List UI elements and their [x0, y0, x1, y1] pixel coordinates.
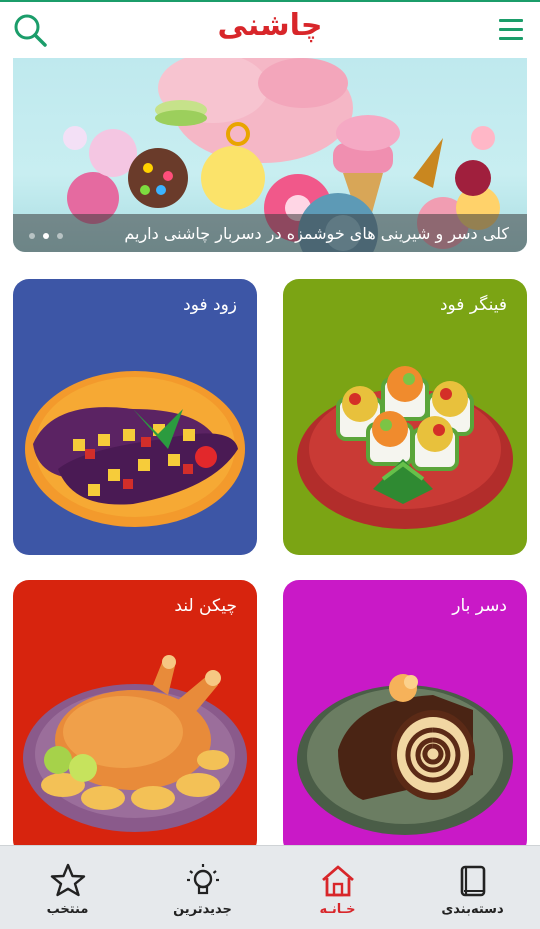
roll-cake-icon: [297, 674, 513, 835]
nav-item-home[interactable]: خـانـه: [270, 846, 405, 929]
category-card-dessert-bar[interactable]: دسر بار: [283, 580, 527, 856]
app-title: چاشنی: [217, 8, 323, 43]
category-card-zood-food[interactable]: زود فود: [13, 279, 257, 555]
nav-label: دسته‌بندی: [441, 902, 504, 917]
category-card-chicken-land[interactable]: چیکن لند: [13, 580, 257, 856]
roast-chicken-icon: [23, 655, 247, 832]
nav-label: جدیدترین: [173, 902, 232, 917]
carousel-dot-active[interactable]: [43, 233, 49, 239]
banner-caption: کلی دسر و شیرینی های خوشمزه در دسربار چا…: [124, 224, 509, 243]
category-label: زود فود: [183, 295, 237, 315]
finger-food-icon: [297, 366, 513, 529]
category-label: دسر بار: [452, 596, 507, 616]
stuffed-eggplant-icon: [25, 371, 245, 527]
nav-label: منتخب: [46, 902, 89, 917]
nav-label: خـانـه: [319, 902, 356, 917]
nav-item-featured[interactable]: منتخب: [0, 846, 135, 929]
carousel-dot[interactable]: [57, 233, 63, 239]
lightbulb-icon: [186, 864, 219, 895]
carousel-dot[interactable]: [29, 233, 35, 239]
carousel-indicators: [29, 233, 63, 239]
app-header: چاشنی: [0, 0, 540, 58]
hamburger-menu-icon[interactable]: [498, 16, 524, 44]
home-icon: [321, 865, 354, 897]
bottom-navigation: دسته‌بندی خـانـه جدیدترین منتخب: [0, 845, 540, 929]
nav-item-categories[interactable]: دسته‌بندی: [405, 846, 540, 929]
promo-banner-carousel[interactable]: کلی دسر و شیرینی های خوشمزه در دسربار چا…: [13, 58, 527, 252]
category-card-finger-food[interactable]: فینگر فود: [283, 279, 527, 555]
book-icon: [460, 865, 485, 897]
star-icon: [50, 863, 85, 897]
category-label: چیکن لند: [174, 596, 237, 616]
category-label: فینگر فود: [439, 295, 507, 315]
nav-item-newest[interactable]: جدیدترین: [135, 846, 270, 929]
